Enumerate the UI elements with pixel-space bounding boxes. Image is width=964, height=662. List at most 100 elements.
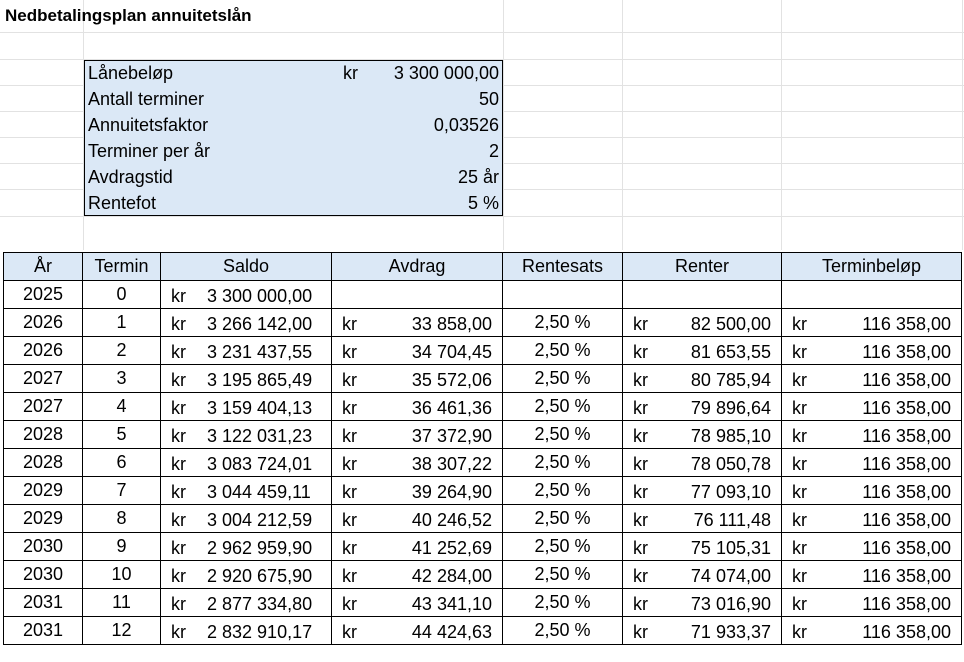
currency-cell[interactable]: kr 78 050,78 xyxy=(622,448,782,477)
year-cell[interactable]: 2027 xyxy=(3,392,83,421)
currency-cell[interactable]: kr 39 264,90 xyxy=(331,476,503,505)
currency-cell[interactable]: kr 116 358,00 xyxy=(781,308,962,337)
term-cell[interactable]: 3 xyxy=(82,364,161,393)
currency-cell[interactable]: kr 77 093,10 xyxy=(622,476,782,505)
currency-cell[interactable]: kr 3 195 865,49 xyxy=(160,364,332,393)
term-cell[interactable]: 4 xyxy=(82,392,161,421)
currency-cell[interactable]: kr 42 284,00 xyxy=(331,560,503,589)
currency-cell[interactable]: kr 3 044 459,11 xyxy=(160,476,332,505)
column-header[interactable]: Saldo xyxy=(160,252,332,281)
param-row[interactable]: Antall terminer 50 xyxy=(85,87,504,113)
currency-cell[interactable] xyxy=(781,280,962,309)
currency-cell[interactable]: kr 116 358,00 xyxy=(781,336,962,365)
year-cell[interactable]: 2030 xyxy=(3,532,83,561)
currency-cell[interactable]: kr 116 358,00 xyxy=(781,560,962,589)
currency-cell[interactable]: kr 2 877 334,80 xyxy=(160,588,332,617)
rate-cell[interactable]: 2,50 % xyxy=(502,448,623,477)
rate-cell[interactable]: 2,50 % xyxy=(502,616,623,645)
currency-cell[interactable]: kr 116 358,00 xyxy=(781,364,962,393)
currency-cell[interactable]: kr 37 372,90 xyxy=(331,420,503,449)
currency-cell[interactable]: kr 116 358,00 xyxy=(781,616,962,645)
rate-cell[interactable] xyxy=(502,280,623,309)
currency-cell[interactable]: kr 80 785,94 xyxy=(622,364,782,393)
currency-cell[interactable]: kr 116 358,00 xyxy=(781,532,962,561)
currency-cell[interactable]: kr 78 985,10 xyxy=(622,420,782,449)
currency-cell[interactable]: kr 2 832 910,17 xyxy=(160,616,332,645)
year-cell[interactable]: 2030 xyxy=(3,560,83,589)
currency-cell[interactable]: kr 116 358,00 xyxy=(781,588,962,617)
currency-cell[interactable]: kr 73 016,90 xyxy=(622,588,782,617)
currency-cell[interactable]: kr 3 159 404,13 xyxy=(160,392,332,421)
currency-cell[interactable]: kr 3 266 142,00 xyxy=(160,308,332,337)
currency-cell[interactable]: kr 116 358,00 xyxy=(781,392,962,421)
term-cell[interactable]: 5 xyxy=(82,420,161,449)
currency-cell[interactable]: kr 41 252,69 xyxy=(331,532,503,561)
year-cell[interactable]: 2028 xyxy=(3,420,83,449)
rate-cell[interactable]: 2,50 % xyxy=(502,532,623,561)
currency-cell[interactable]: kr 33 858,00 xyxy=(331,308,503,337)
currency-cell[interactable]: kr 116 358,00 xyxy=(781,476,962,505)
currency-cell[interactable]: kr 75 105,31 xyxy=(622,532,782,561)
rate-cell[interactable]: 2,50 % xyxy=(502,476,623,505)
sheet-title[interactable]: Nedbetalingsplan annuitetslån xyxy=(5,6,252,26)
column-header[interactable]: Renter xyxy=(622,252,782,281)
param-row[interactable]: Avdragstid 25 år xyxy=(85,165,504,191)
year-cell[interactable]: 2031 xyxy=(3,616,83,645)
term-cell[interactable]: 1 xyxy=(82,308,161,337)
year-cell[interactable]: 2029 xyxy=(3,504,83,533)
currency-cell[interactable]: kr 71 933,37 xyxy=(622,616,782,645)
column-header[interactable]: Avdrag xyxy=(331,252,503,281)
term-cell[interactable]: 8 xyxy=(82,504,161,533)
rate-cell[interactable]: 2,50 % xyxy=(502,336,623,365)
currency-cell[interactable]: kr 34 704,45 xyxy=(331,336,503,365)
year-cell[interactable]: 2028 xyxy=(3,448,83,477)
param-row[interactable]: Lånebeløp kr 3 300 000,00 xyxy=(85,61,504,87)
currency-cell[interactable]: kr 3 231 437,55 xyxy=(160,336,332,365)
currency-cell[interactable]: kr 74 074,00 xyxy=(622,560,782,589)
rate-cell[interactable]: 2,50 % xyxy=(502,420,623,449)
currency-cell[interactable]: kr 2 962 959,90 xyxy=(160,532,332,561)
term-cell[interactable]: 0 xyxy=(82,280,161,309)
currency-cell[interactable] xyxy=(622,280,782,309)
currency-cell[interactable]: kr 116 358,00 xyxy=(781,504,962,533)
rate-cell[interactable]: 2,50 % xyxy=(502,392,623,421)
currency-cell[interactable]: kr 43 341,10 xyxy=(331,588,503,617)
rate-cell[interactable]: 2,50 % xyxy=(502,504,623,533)
term-cell[interactable]: 12 xyxy=(82,616,161,645)
currency-cell[interactable]: kr 76 111,48 xyxy=(622,504,782,533)
currency-cell[interactable]: kr 40 246,52 xyxy=(331,504,503,533)
currency-cell[interactable]: kr 3 122 031,23 xyxy=(160,420,332,449)
rate-cell[interactable]: 2,50 % xyxy=(502,308,623,337)
column-header[interactable]: Termin xyxy=(82,252,161,281)
currency-cell[interactable]: kr 116 358,00 xyxy=(781,420,962,449)
term-cell[interactable]: 6 xyxy=(82,448,161,477)
year-cell[interactable]: 2027 xyxy=(3,364,83,393)
currency-cell[interactable]: kr 36 461,36 xyxy=(331,392,503,421)
year-cell[interactable]: 2031 xyxy=(3,588,83,617)
term-cell[interactable]: 11 xyxy=(82,588,161,617)
param-row[interactable]: Terminer per år 2 xyxy=(85,139,504,165)
year-cell[interactable]: 2025 xyxy=(3,280,83,309)
column-header[interactable]: Rentesats xyxy=(502,252,623,281)
param-row[interactable]: Annuitetsfaktor 0,03526 xyxy=(85,113,504,139)
currency-cell[interactable]: kr 3 004 212,59 xyxy=(160,504,332,533)
currency-cell[interactable]: kr 81 653,55 xyxy=(622,336,782,365)
currency-cell[interactable]: kr 79 896,64 xyxy=(622,392,782,421)
rate-cell[interactable]: 2,50 % xyxy=(502,588,623,617)
currency-cell[interactable]: kr 82 500,00 xyxy=(622,308,782,337)
term-cell[interactable]: 9 xyxy=(82,532,161,561)
column-header[interactable]: Terminbeløp xyxy=(781,252,962,281)
rate-cell[interactable]: 2,50 % xyxy=(502,560,623,589)
column-header[interactable]: År xyxy=(3,252,83,281)
currency-cell[interactable]: kr 2 920 675,90 xyxy=(160,560,332,589)
currency-cell[interactable]: kr 3 300 000,00 xyxy=(160,280,332,309)
term-cell[interactable]: 10 xyxy=(82,560,161,589)
param-row[interactable]: Rentefot 5 % xyxy=(85,191,504,217)
currency-cell[interactable]: kr 116 358,00 xyxy=(781,448,962,477)
term-cell[interactable]: 2 xyxy=(82,336,161,365)
year-cell[interactable]: 2029 xyxy=(3,476,83,505)
currency-cell[interactable] xyxy=(331,280,503,309)
year-cell[interactable]: 2026 xyxy=(3,336,83,365)
year-cell[interactable]: 2026 xyxy=(3,308,83,337)
term-cell[interactable]: 7 xyxy=(82,476,161,505)
